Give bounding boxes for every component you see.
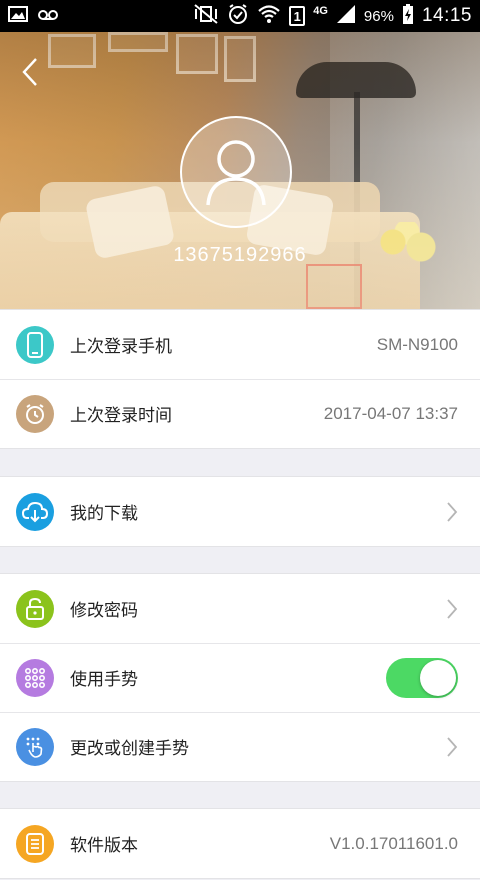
use-gesture-toggle[interactable] [386, 657, 458, 698]
chevron-left-icon [22, 58, 37, 86]
last-login-device-value: SM-N9100 [376, 334, 458, 354]
cloud-download-icon [16, 492, 54, 531]
alarm-clock-icon [16, 394, 54, 433]
sim-indicator: 1 [289, 6, 306, 26]
last-login-device-row: 上次登录手机 SM-N9100 [0, 310, 480, 379]
change-password-label: 修改密码 [70, 601, 138, 621]
last-login-time-row: 上次登录时间 2017-04-07 13:37 [0, 379, 480, 448]
profile-header: 13675192966 [0, 32, 480, 309]
mute-vibrate-icon [193, 3, 219, 29]
chevron-right-icon [447, 736, 458, 757]
version-group: 软件版本 V1.0.17011601.0 [0, 808, 480, 879]
use-gesture-row: 使用手势 [0, 643, 480, 712]
use-gesture-label: 使用手势 [70, 670, 138, 690]
toggle-knob [420, 659, 456, 696]
battery-charging-icon [402, 3, 414, 30]
network-type: 4G [313, 5, 328, 17]
downloads-group: 我的下载 [0, 476, 480, 547]
unlock-icon [16, 589, 54, 628]
create-gesture-label: 更改或创建手势 [70, 739, 189, 759]
account-phone-number: 13675192966 [173, 244, 307, 266]
clock: 14:15 [421, 5, 472, 26]
software-version-value: V1.0.17011601.0 [329, 833, 458, 853]
voicemail-notification-icon [36, 6, 60, 27]
software-version-row: 软件版本 V1.0.17011601.0 [0, 809, 480, 878]
gallery-notification-icon [8, 5, 28, 27]
document-icon [16, 824, 54, 863]
my-downloads-row[interactable]: 我的下载 [0, 477, 480, 546]
login-info-group: 上次登录手机 SM-N9100 上次登录时间 2017-04-07 13:37 [0, 309, 480, 449]
status-bar: 1 4G 96% 14:15 [0, 0, 480, 32]
last-login-time-label: 上次登录时间 [70, 406, 172, 426]
gesture-grid-icon [16, 658, 54, 697]
hand-gesture-icon [16, 727, 54, 766]
change-password-row[interactable]: 修改密码 [0, 574, 480, 643]
chevron-right-icon [447, 598, 458, 619]
phone-icon [16, 325, 54, 364]
last-login-device-label: 上次登录手机 [70, 337, 172, 357]
alarm-clock-icon [227, 3, 249, 30]
last-login-time-value: 2017-04-07 13:37 [323, 403, 458, 423]
wifi-icon [257, 4, 281, 29]
avatar[interactable] [180, 116, 292, 228]
chevron-right-icon [447, 501, 458, 522]
create-gesture-row[interactable]: 更改或创建手势 [0, 712, 480, 781]
back-button[interactable] [10, 52, 50, 92]
security-group: 修改密码 使用手势 更改或创建手势 [0, 573, 480, 782]
my-downloads-label: 我的下载 [70, 504, 138, 524]
software-version-label: 软件版本 [70, 836, 138, 856]
user-icon [206, 140, 266, 206]
signal-strength-icon [336, 4, 356, 29]
battery-percent: 96% [363, 7, 394, 25]
